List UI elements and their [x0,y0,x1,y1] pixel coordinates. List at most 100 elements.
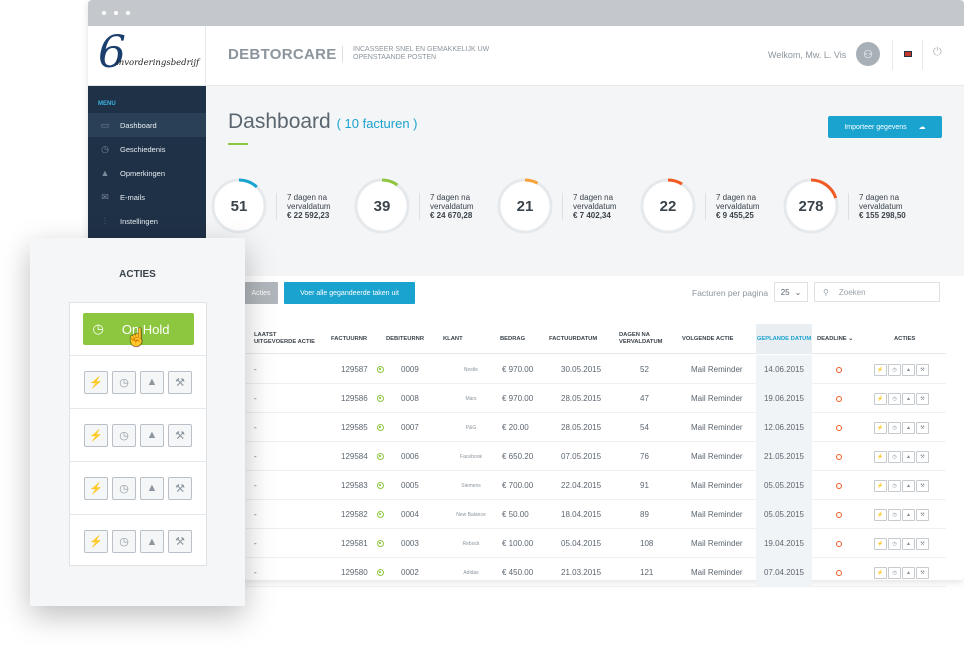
logo-text: invorderingsbedrijf [116,58,200,68]
sidebar-item-label: Dashboard [120,120,157,130]
col-factuurdatum[interactable]: FACTUURDATUM [549,324,609,354]
col-factuurnr[interactable]: FACTUURNR [331,324,381,354]
stat-card[interactable]: 22 7 dagen na vervaldatum € 9 455,25 [639,177,781,237]
bolt-icon[interactable]: ⚡ [874,392,887,405]
bolt-icon[interactable]: ⚡ [874,508,887,521]
clock-icon[interactable]: ◷ [888,479,901,492]
stat-card[interactable]: 39 7 dagen na vervaldatum € 24 670,28 [353,177,495,237]
acties-button[interactable]: Acties [244,282,278,304]
warning-icon[interactable]: ▲ [902,363,915,376]
page-title-text: Dashboard [228,110,331,133]
bolt-icon[interactable]: ⚡ [84,530,108,553]
bolt-icon[interactable]: ⚡ [874,479,887,492]
stat-value: 22 [659,197,677,215]
warning-icon[interactable]: ▲ [902,566,915,579]
warning-icon[interactable]: ▲ [902,421,915,434]
table-row[interactable]: - 129585 0007 P&G € 20.00 28.05.2015 54 Mail Re… [246,413,946,442]
cell-dagen: 108 [640,539,654,548]
col-gepland[interactable]: GEPLANDE DATUM [756,324,812,354]
clock-icon[interactable]: ◷ [888,421,901,434]
sidebar-item-3[interactable]: ✉ E-mails [88,185,206,209]
hammer-icon[interactable]: ⚒ [916,421,929,434]
clock-icon[interactable]: ◷ [888,392,901,405]
warning-icon[interactable]: ▲ [902,450,915,463]
clock-icon[interactable]: ◷ [888,450,901,463]
stat-card[interactable]: 278 7 dagen na vervaldatum € 155 298,50 [782,177,924,237]
col-dagen[interactable]: DAGEN NA VERVALDATUM [619,324,675,354]
col-deadline[interactable]: DEADLINE ⌄ [817,324,857,354]
warning-icon[interactable]: ▲ [902,537,915,550]
col-laatst[interactable]: LAATST UITGEVOERDE ACTIE [254,324,320,354]
sidebar-item-4[interactable]: ⫶ Instellingen [88,209,206,233]
col-volgende[interactable]: VOLGENDE ACTIE [682,324,742,354]
bolt-icon[interactable]: ⚡ [84,476,108,500]
bolt-icon[interactable]: ⚡ [84,423,108,447]
hammer-icon[interactable]: ⚒ [916,450,929,463]
hammer-icon[interactable]: ⚒ [168,530,192,553]
bolt-icon[interactable]: ⚡ [874,450,887,463]
cell-volgende: Mail Reminder [691,452,743,461]
clock-icon[interactable]: ◷ [112,423,136,447]
clock-icon[interactable]: ◷ [112,530,136,553]
clock-icon[interactable]: ◷ [112,476,136,500]
col-bedrag[interactable]: BEDRAG [500,324,540,354]
bolt-icon[interactable]: ⚡ [874,363,887,376]
hammer-icon[interactable]: ⚒ [168,370,192,394]
stat-label: 7 dagen na vervaldatum € 7 402,34 [562,193,617,220]
hammer-icon[interactable]: ⚒ [916,566,929,579]
table-row[interactable]: - 129582 0004 New Balance € 50.00 18.04.2015 8… [246,500,946,529]
cloud-upload-icon: ☁ [918,124,926,131]
hand-cursor-icon: ☝ [126,328,148,347]
clock-icon[interactable]: ◷ [888,363,901,376]
per-page-select[interactable]: 25 ⌄ [774,282,808,302]
col-klant[interactable]: KLANT [443,324,483,354]
clock-icon[interactable]: ◷ [888,508,901,521]
search-field[interactable]: ⚲ Zoeken [814,282,940,302]
per-page-value: 25 [780,287,790,297]
table-row[interactable]: - 129586 0008 Mars € 970.00 28.05.2015 47 Mail … [246,384,946,413]
logo[interactable]: 6 invorderingsbedrijf [88,26,206,86]
warning-icon[interactable]: ▲ [140,476,164,500]
clock-icon[interactable]: ◷ [888,566,901,579]
sidebar-item-0[interactable]: ▭ Dashboard [88,113,209,137]
sidebar-item-1[interactable]: ◷ Geschiedenis [88,137,206,161]
cell-factuurnr: 129586 [341,394,368,403]
clock-icon[interactable]: ◷ [112,370,136,394]
import-button[interactable]: Importeer gegevens ☁ [828,116,942,138]
warning-icon[interactable]: ▲ [902,508,915,521]
execute-tasks-button[interactable]: Voer alle gegandeerde taken uit [284,282,415,304]
warning-icon[interactable]: ▲ [902,479,915,492]
table-row[interactable]: - 129580 0002 Adidas € 450.00 21.03.2015 121 Ma… [246,558,946,587]
bolt-icon[interactable]: ⚡ [874,537,887,550]
hammer-icon[interactable]: ⚒ [916,508,929,521]
bolt-icon[interactable]: ⚡ [874,421,887,434]
avatar[interactable]: ⚇ [856,42,880,66]
table-row[interactable]: - 129581 0003 Rebock € 100.00 05.04.2015 108 Ma… [246,529,946,558]
warning-icon[interactable]: ▲ [140,530,164,553]
power-icon[interactable]: ⏻ [933,46,942,59]
warning-icon[interactable]: ▲ [902,392,915,405]
bolt-icon[interactable]: ⚡ [84,370,108,394]
hammer-icon[interactable]: ⚒ [916,479,929,492]
deadline-icon [836,500,842,529]
table-row[interactable]: - 129587 0009 Nestle € 970.00 30.05.2015 52 Mai… [246,355,946,384]
stat-card[interactable]: 51 7 dagen na vervaldatum € 22 592,23 [210,177,352,237]
hammer-icon[interactable]: ⚒ [916,363,929,376]
hammer-icon[interactable]: ⚒ [916,392,929,405]
bolt-icon[interactable]: ⚡ [874,566,887,579]
uk-flag-icon[interactable] [904,51,912,57]
table-row[interactable]: - 129584 0006 Facebook € 650.20 07.05.2015 76 M… [246,442,946,471]
search-placeholder: Zoeken [838,287,866,297]
hammer-icon[interactable]: ⚒ [916,537,929,550]
warning-icon[interactable]: ▲ [140,370,164,394]
clock-icon[interactable]: ◷ [888,537,901,550]
warning-icon[interactable]: ▲ [140,423,164,447]
cell-laatst: - [254,568,257,577]
cell-bedrag: € 50.00 [502,510,529,519]
stat-card[interactable]: 21 7 dagen na vervaldatum € 7 402,34 [496,177,638,237]
hammer-icon[interactable]: ⚒ [168,476,192,500]
col-debiteurnr[interactable]: DEBITEURNR [386,324,436,354]
sidebar-item-2[interactable]: ▲ Opmerkingen [88,161,206,185]
hammer-icon[interactable]: ⚒ [168,423,192,447]
table-row[interactable]: - 129583 0005 Siemens € 700.00 22.04.2015 91 Ma… [246,471,946,500]
